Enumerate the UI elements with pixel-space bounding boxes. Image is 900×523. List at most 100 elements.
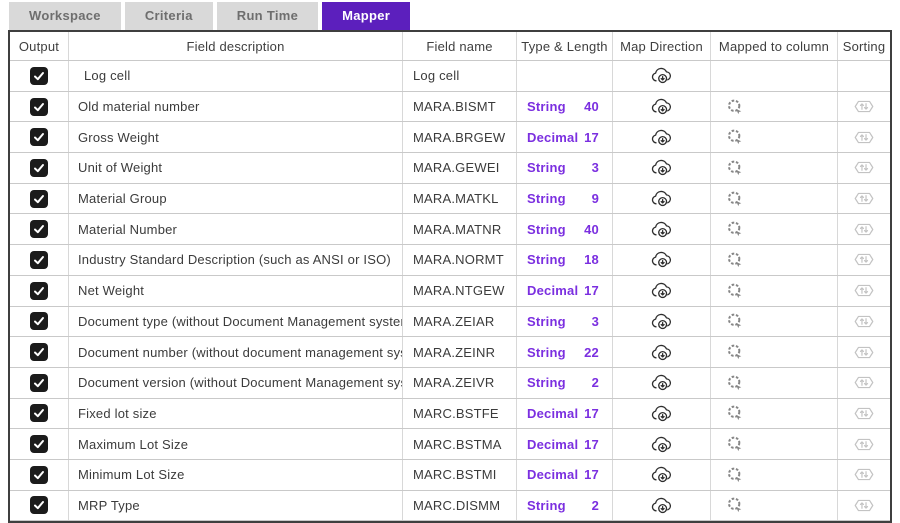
sort-up-down-icon[interactable] bbox=[852, 312, 876, 331]
sort-up-down-icon[interactable] bbox=[852, 343, 876, 362]
sort-up-down-icon[interactable] bbox=[852, 250, 876, 269]
output-checkbox[interactable] bbox=[30, 66, 48, 85]
type-text[interactable]: String bbox=[527, 222, 566, 237]
cloud-download-icon[interactable] bbox=[650, 312, 673, 331]
length-text[interactable]: 22 bbox=[584, 345, 599, 360]
configure-mapping-gear-icon[interactable] bbox=[725, 127, 745, 147]
length-text[interactable]: 40 bbox=[584, 99, 599, 114]
cloud-download-icon[interactable] bbox=[650, 435, 673, 454]
tab-workspace[interactable]: Workspace bbox=[9, 2, 121, 30]
length-text[interactable]: 9 bbox=[592, 191, 599, 206]
mapped-to-column-cell bbox=[711, 490, 838, 521]
sort-up-down-icon[interactable] bbox=[852, 220, 876, 239]
output-checkbox[interactable] bbox=[30, 250, 48, 269]
output-checkbox[interactable] bbox=[30, 373, 48, 392]
type-text[interactable]: Decimal bbox=[527, 467, 578, 482]
sort-up-down-icon[interactable] bbox=[852, 435, 876, 454]
type-text[interactable]: String bbox=[527, 191, 566, 206]
output-checkbox[interactable] bbox=[30, 465, 48, 484]
cloud-download-icon[interactable] bbox=[650, 343, 673, 362]
output-checkbox[interactable] bbox=[30, 404, 48, 423]
length-text[interactable]: 17 bbox=[584, 467, 599, 482]
output-checkbox[interactable] bbox=[30, 343, 48, 362]
sort-up-down-icon[interactable] bbox=[852, 128, 876, 147]
length-text[interactable]: 2 bbox=[592, 498, 599, 513]
type-text[interactable]: String bbox=[527, 252, 566, 267]
output-checkbox[interactable] bbox=[30, 220, 48, 239]
sort-up-down-icon[interactable] bbox=[852, 496, 876, 515]
configure-mapping-gear-icon[interactable] bbox=[725, 97, 745, 117]
type-text[interactable]: Decimal bbox=[527, 283, 578, 298]
cloud-download-icon[interactable] bbox=[650, 465, 673, 484]
configure-mapping-gear-icon[interactable] bbox=[725, 219, 745, 239]
mapped-to-column-cell bbox=[711, 153, 838, 183]
cloud-download-icon[interactable] bbox=[650, 250, 673, 269]
sort-up-down-icon[interactable] bbox=[852, 189, 876, 208]
type-text[interactable]: Decimal bbox=[527, 130, 578, 145]
output-checkbox[interactable] bbox=[30, 128, 48, 147]
type-text[interactable]: String bbox=[527, 498, 566, 513]
configure-mapping-gear-icon[interactable] bbox=[725, 434, 745, 454]
length-text[interactable]: 2 bbox=[592, 375, 599, 390]
configure-mapping-gear-icon[interactable] bbox=[725, 311, 745, 331]
cloud-download-icon[interactable] bbox=[650, 66, 673, 85]
length-text[interactable]: 17 bbox=[584, 283, 599, 298]
cloud-download-icon[interactable] bbox=[650, 220, 673, 239]
configure-mapping-gear-icon[interactable] bbox=[725, 465, 745, 485]
type-text[interactable]: Decimal bbox=[527, 406, 578, 421]
sort-up-down-icon[interactable] bbox=[852, 281, 876, 300]
length-text[interactable]: 18 bbox=[584, 252, 599, 267]
type-text[interactable]: String bbox=[527, 314, 566, 329]
output-checkbox[interactable] bbox=[30, 312, 48, 331]
cloud-download-icon[interactable] bbox=[650, 158, 673, 177]
type-text[interactable]: String bbox=[527, 160, 566, 175]
table-row: Gross Weight MARA.BRGEW Decimal 17 bbox=[10, 122, 890, 154]
output-checkbox[interactable] bbox=[30, 496, 48, 515]
configure-mapping-gear-icon[interactable] bbox=[725, 403, 745, 423]
cloud-download-icon[interactable] bbox=[650, 128, 673, 147]
field-description-cell: Industry Standard Description (such as A… bbox=[69, 245, 403, 275]
length-text[interactable]: 40 bbox=[584, 222, 599, 237]
map-direction-cell bbox=[613, 459, 711, 490]
length-text[interactable]: 17 bbox=[584, 406, 599, 421]
configure-mapping-gear-icon[interactable] bbox=[725, 250, 745, 270]
sort-up-down-icon[interactable] bbox=[852, 158, 876, 177]
field-description-text: Material Number bbox=[78, 221, 178, 237]
configure-mapping-gear-icon[interactable] bbox=[725, 342, 745, 362]
cloud-download-icon[interactable] bbox=[650, 97, 673, 116]
configure-mapping-gear-icon[interactable] bbox=[725, 158, 745, 178]
check-icon bbox=[34, 286, 44, 295]
sort-up-down-icon[interactable] bbox=[852, 404, 876, 423]
cloud-download-icon[interactable] bbox=[650, 404, 673, 423]
sort-up-down-icon[interactable] bbox=[852, 373, 876, 392]
type-text[interactable]: String bbox=[527, 99, 566, 114]
configure-mapping-gear-icon[interactable] bbox=[725, 281, 745, 301]
tab-mapper[interactable]: Mapper bbox=[322, 2, 411, 30]
output-checkbox[interactable] bbox=[30, 97, 48, 116]
cloud-download-icon[interactable] bbox=[650, 281, 673, 300]
type-text[interactable]: Decimal bbox=[527, 437, 578, 452]
type-text[interactable]: String bbox=[527, 375, 566, 390]
tab-criteria[interactable]: Criteria bbox=[124, 2, 213, 30]
output-checkbox[interactable] bbox=[30, 189, 48, 208]
cloud-download-icon[interactable] bbox=[650, 496, 673, 515]
output-checkbox[interactable] bbox=[30, 281, 48, 300]
configure-mapping-gear-icon[interactable] bbox=[725, 189, 745, 209]
output-checkbox[interactable] bbox=[30, 435, 48, 454]
cloud-download-icon[interactable] bbox=[650, 189, 673, 208]
sort-up-down-icon[interactable] bbox=[852, 97, 876, 116]
length-text[interactable]: 17 bbox=[584, 130, 599, 145]
length-text[interactable]: 17 bbox=[584, 437, 599, 452]
configure-mapping-gear-icon[interactable] bbox=[725, 495, 745, 515]
type-length-cell: String 2 bbox=[517, 490, 613, 521]
tab-run-time[interactable]: Run Time bbox=[216, 2, 319, 30]
cloud-download-icon[interactable] bbox=[650, 373, 673, 392]
configure-mapping-gear-icon[interactable] bbox=[725, 373, 745, 393]
type-text[interactable]: String bbox=[527, 345, 566, 360]
length-text[interactable]: 3 bbox=[592, 160, 599, 175]
mapped-to-column-cell bbox=[711, 183, 838, 214]
sort-up-down-icon[interactable] bbox=[852, 465, 876, 484]
output-checkbox[interactable] bbox=[30, 158, 48, 177]
length-text[interactable]: 3 bbox=[592, 314, 599, 329]
field-name-cell: MARC.BSTMI bbox=[403, 459, 517, 490]
